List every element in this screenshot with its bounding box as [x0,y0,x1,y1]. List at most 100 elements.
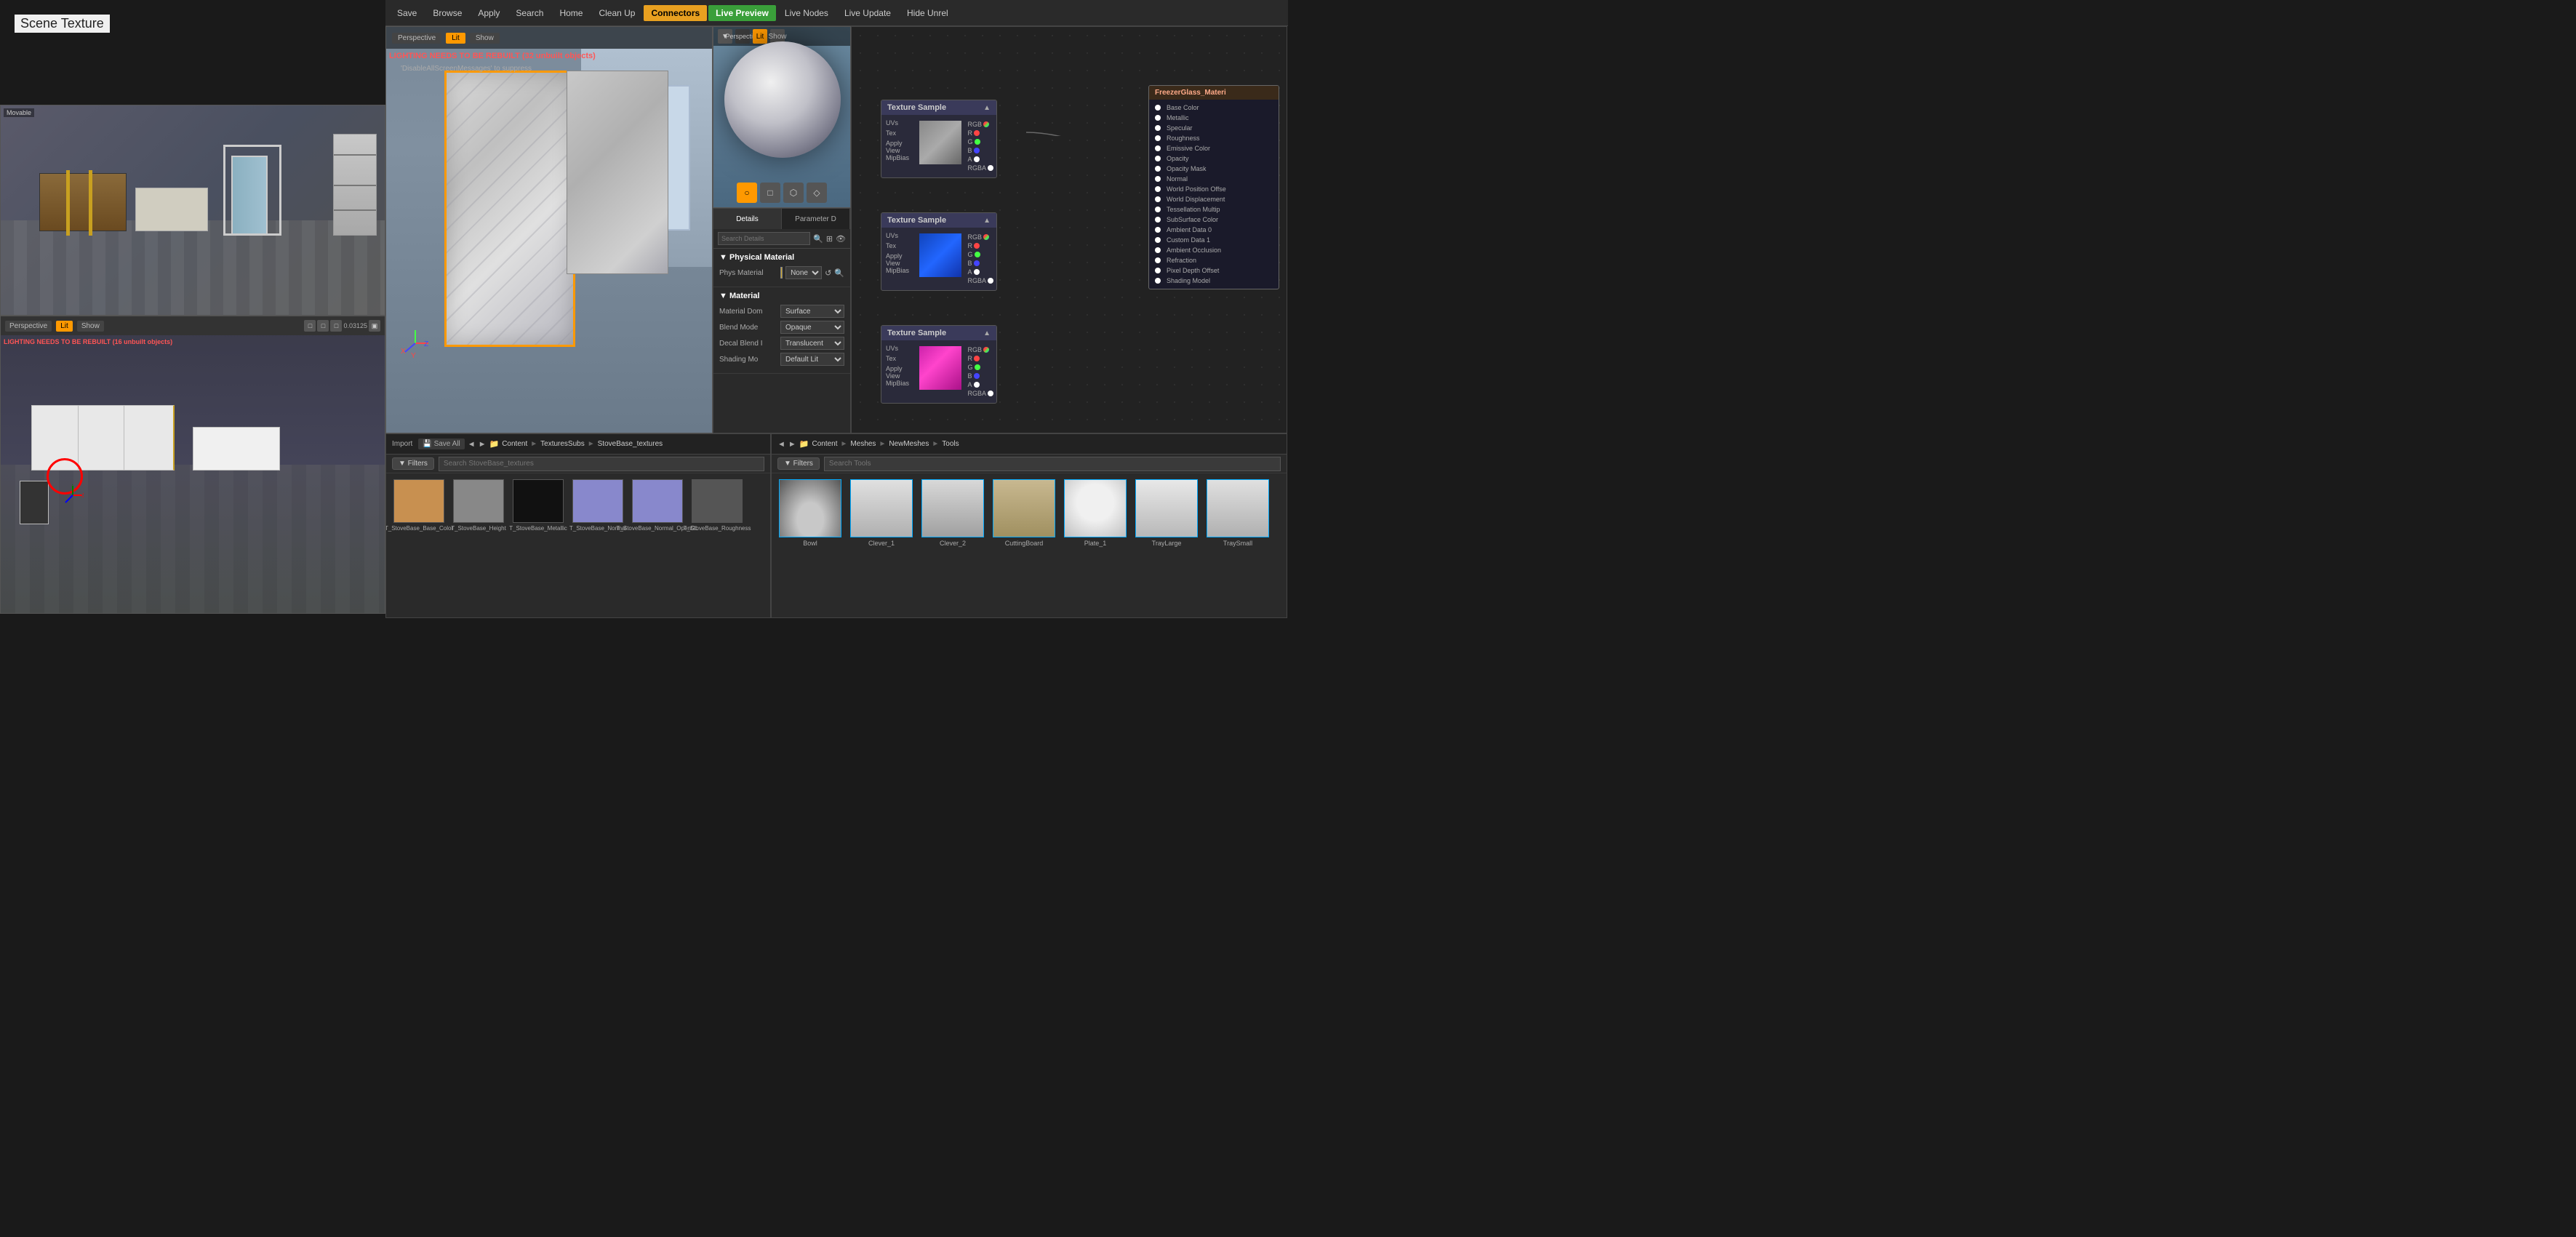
vp-perspective-btn[interactable]: Perspective [5,321,52,332]
mesh-thumb-clever1 [850,479,913,537]
warning-text-bottom: LIGHTING NEEDS TO BE REBUILT (16 unbuilt… [4,338,172,345]
tex-thumb-blue-2 [919,233,961,277]
menu-save[interactable]: Save [390,5,424,21]
cbb-search-input[interactable] [439,457,764,471]
port-applyview-1: Apply View MipBias [886,140,909,161]
viewport-tl-label: Movable [4,108,34,117]
blend-mode-select[interactable]: Opaque [780,321,844,334]
cbb-path-texturessubs[interactable]: TexturesSubs [540,440,585,448]
cbr-path-meshes[interactable]: Meshes [850,440,876,448]
menu-live-nodes[interactable]: Live Nodes [777,5,836,21]
list-item[interactable]: TraySmall [1205,479,1271,547]
cbr-search-input[interactable] [824,457,1281,471]
reset-icon[interactable]: ↺ [825,268,831,278]
list-item[interactable]: Bowl [777,479,843,547]
vp-icon-2[interactable]: □ [317,320,329,332]
cbr-path-tools[interactable]: Tools [942,440,959,448]
svg-text:Z: Z [424,340,428,348]
list-item[interactable]: T_StoveBase_Normal [571,479,625,532]
sphere-tool-other[interactable]: ◇ [807,183,827,203]
cbb-nav-fwd[interactable]: ► [479,440,487,449]
sphere-lit-btn[interactable]: Lit [753,29,767,44]
cbb-path-stovebase[interactable]: StoveBase_textures [598,440,663,448]
tex-node-1-expand[interactable]: ▲ [983,104,991,112]
freezer-glass-node[interactable]: FreezerGlass_Materi Base Color Metallic … [1148,85,1279,289]
list-item[interactable]: T_StoveBase_Base_Color [392,479,446,532]
list-item[interactable]: T_StoveBase_Normal_OpenGL [631,479,684,532]
vp-icon-1[interactable]: □ [304,320,316,332]
cbb-filter-btn[interactable]: ▼ Filters [392,457,434,470]
tab-parameter[interactable]: Parameter D [782,209,850,229]
eye-icon: 👁 [836,234,846,244]
vc-show-btn[interactable]: Show [470,33,500,44]
details-search-bar: 🔍 ⊞ 👁 [713,229,850,249]
cbb-nav-back[interactable]: ◄ [468,440,476,449]
menu-browse[interactable]: Browse [425,5,469,21]
cbb-filter-row: ▼ Filters [386,455,770,473]
vp-icon-4[interactable]: ▣ [369,320,380,332]
menu-live-update[interactable]: Live Update [837,5,898,21]
vp-lit-btn[interactable]: Lit [56,321,73,332]
list-item[interactable]: T_StoveBase_Height [452,479,505,532]
material-domain-select[interactable]: Surface [780,305,844,318]
section-collapse-icon-2[interactable]: ▼ [719,292,727,300]
vp-icon-3[interactable]: □ [330,320,342,332]
import-btn[interactable]: Import [392,440,412,448]
freezer-body: Base Color Metallic Specular Roughness E… [1149,100,1279,289]
phys-material-select[interactable]: None [785,266,822,279]
tex-node-3-header: Texture Sample ▲ [881,326,996,340]
menu-hide-unrel[interactable]: Hide Unrel [900,5,956,21]
menu-connectors[interactable]: Connectors [644,5,707,21]
list-item[interactable]: Plate_1 [1063,479,1128,547]
cbr-filter-btn[interactable]: ▼ Filters [777,457,820,470]
sphere-tool-sphere[interactable]: ○ [737,183,757,203]
decal-blend-select[interactable]: Translucent [780,337,844,350]
sphere-perspective-btn[interactable]: Perspective [735,29,750,44]
section-collapse-icon[interactable]: ▼ [719,253,727,262]
vc-lit-btn[interactable]: Lit [446,33,465,44]
physical-material-section: ▼ Physical Material Phys Material None ↺… [713,249,850,287]
sphere-tool-plane[interactable]: □ [760,183,780,203]
sphere-tool-cylinder[interactable]: ⬡ [783,183,804,203]
search-small-icon[interactable]: 🔍 [834,268,844,278]
port-normal: Normal [1167,175,1188,183]
tex-thumb-pink-3 [919,346,961,390]
port-tex-2: Tex [886,242,896,249]
details-search-input[interactable] [718,232,810,245]
port-world-disp: World Displacement [1167,196,1225,203]
tab-parameter-label: Parameter D [795,215,836,223]
list-item[interactable]: TrayLarge [1134,479,1199,547]
cbb-path-content[interactable]: Content [502,440,527,448]
menu-search[interactable]: Search [508,5,551,21]
port-opacity: Opacity [1167,155,1189,162]
menu-home[interactable]: Home [552,5,590,21]
texture-node-1[interactable]: Texture Sample ▲ UVs Tex Apply View MipB… [881,100,997,178]
list-item[interactable]: CuttingBoard [991,479,1057,547]
material-section: ▼ Material Material Dom Surface Blend Mo… [713,287,850,374]
list-item[interactable]: Clever_1 [849,479,914,547]
texture-node-3[interactable]: Texture Sample ▲ UVs Tex Apply View MipB… [881,325,997,404]
vp-show-btn[interactable]: Show [77,321,104,332]
save-all-btn[interactable]: 💾 Save All [418,439,464,449]
list-item[interactable]: T_StoveBase_Metallic [511,479,565,532]
decal-blend-label: Decal Blend I [719,340,777,348]
tex-node-2-expand[interactable]: ▲ [983,217,991,225]
cbr-nav-back[interactable]: ◄ [777,440,785,449]
menu-cleanup[interactable]: Clean Up [591,5,642,21]
cbr-path-newmeshes[interactable]: NewMeshes [889,440,929,448]
tab-details[interactable]: Details [713,209,782,229]
shading-mode-select[interactable]: Default Lit [780,353,844,366]
port-metallic: Metallic [1167,114,1189,121]
menu-live-preview[interactable]: Live Preview [708,5,776,21]
vc-perspective-btn[interactable]: Perspective [392,33,441,44]
viewport-bottom-left: Perspective Lit Show □ □ □ 0.03125 ▣ LIG… [0,316,385,614]
menu-apply[interactable]: Apply [471,5,507,21]
freezer-header: FreezerGlass_Materi [1149,86,1279,100]
search-icon: 🔍 [813,234,823,244]
texture-node-2[interactable]: Texture Sample ▲ UVs Tex Apply View MipB… [881,212,997,291]
list-item[interactable]: Clever_2 [920,479,985,547]
cbr-path-content[interactable]: Content [812,440,837,448]
list-item[interactable]: T_StoveBase_Roughness [690,479,744,532]
tex-node-3-expand[interactable]: ▲ [983,329,991,337]
cbr-nav-fwd[interactable]: ► [788,440,796,449]
